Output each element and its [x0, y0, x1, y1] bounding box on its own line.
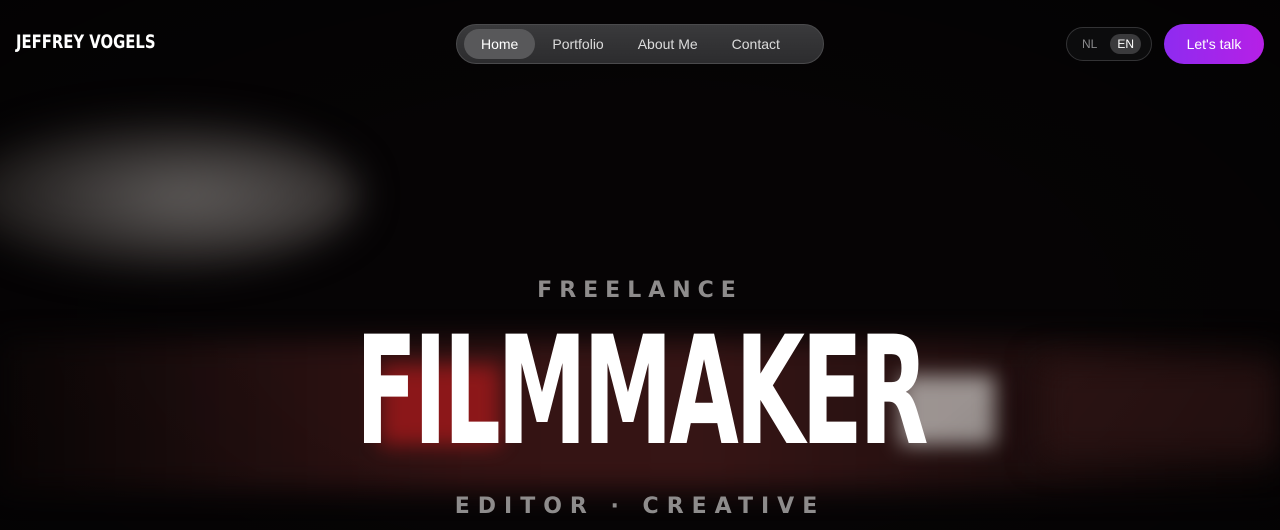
language-option-en[interactable]: EN [1110, 34, 1142, 54]
hero-subline: EDITOR · CREATIVE [454, 494, 826, 519]
language-option-nl[interactable]: NL [1075, 34, 1104, 54]
hero-section: JEFFREY VOGELS Home Portfolio About Me C… [0, 0, 1280, 530]
nav-item-home[interactable]: Home [464, 29, 536, 59]
hero-headline: FILMMAKER [355, 305, 928, 479]
nav-item-portfolio[interactable]: Portfolio [535, 29, 620, 59]
nav-item-about-me[interactable]: About Me [621, 29, 715, 59]
site-logo[interactable]: JEFFREY VOGELS [16, 31, 156, 53]
nav-item-contact[interactable]: Contact [715, 29, 797, 59]
lets-talk-button[interactable]: Let's talk [1164, 24, 1264, 64]
hero-eyebrow: FREELANCE [537, 278, 743, 303]
language-switcher: NL EN [1066, 27, 1152, 61]
hero-headline-wrap: FILMMAKER [0, 312, 1280, 472]
main-nav: Home Portfolio About Me Contact [456, 24, 824, 64]
